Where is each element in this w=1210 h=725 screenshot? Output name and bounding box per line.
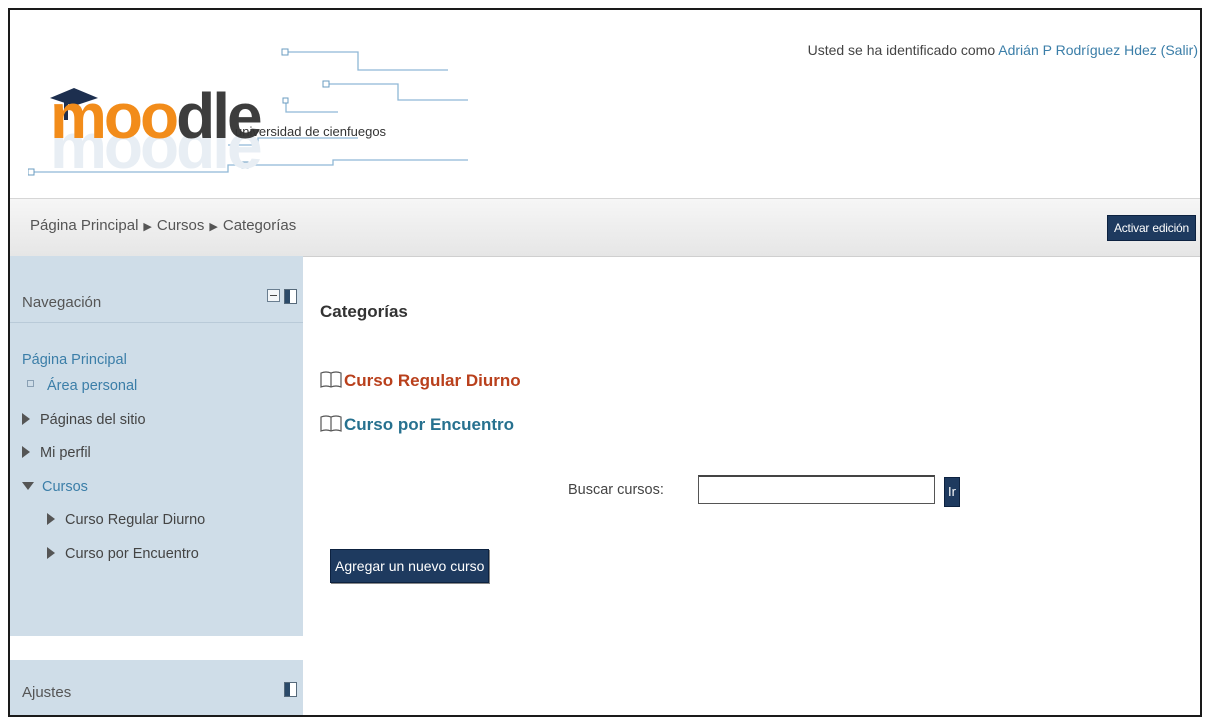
- activate-editing-button[interactable]: Activar edición: [1106, 215, 1196, 241]
- book-icon: [320, 371, 342, 388]
- user-profile-link[interactable]: Adrián P Rodríguez Hdez: [998, 42, 1157, 58]
- navigation-block-header: Navegación: [10, 256, 303, 323]
- nav-item-label: Curso por Encuentro: [65, 546, 199, 562]
- nav-item-my-profile[interactable]: Mi perfil: [22, 445, 91, 461]
- nav-item-course-encounter[interactable]: Curso por Encuentro: [47, 546, 199, 562]
- main-content: Categorías Curso Regular Diurno Curso po…: [320, 256, 1200, 715]
- nav-item-personal-area[interactable]: Área personal: [22, 378, 137, 394]
- dock-icon[interactable]: [284, 289, 297, 304]
- dock-icon[interactable]: [284, 682, 297, 697]
- page-title: Categorías: [320, 302, 408, 321]
- nav-item-label: Cursos: [42, 479, 88, 495]
- expand-arrow-icon: [22, 446, 30, 458]
- book-icon: [320, 415, 342, 432]
- logo-subtitle: universidad de cienfuegos: [235, 124, 387, 139]
- bullet-icon: [27, 380, 34, 387]
- search-go-button[interactable]: Ir: [944, 477, 960, 507]
- search-courses-input[interactable]: [698, 475, 935, 504]
- nav-item-label: Páginas del sitio: [40, 412, 146, 428]
- breadcrumb-separator-icon: ▶: [209, 221, 218, 233]
- login-info: Usted se ha identificado como Adrián P R…: [808, 42, 1198, 58]
- nav-item-course-regular[interactable]: Curso Regular Diurno: [47, 512, 205, 528]
- sidebar: Navegación Página Principal Área persona…: [10, 256, 303, 715]
- category-link-regular[interactable]: Curso Regular Diurno: [320, 370, 521, 391]
- nav-item-label: Mi perfil: [40, 445, 91, 461]
- search-courses-label: Buscar cursos:: [568, 482, 664, 498]
- category-label: Curso por Encuentro: [344, 415, 515, 434]
- category-label: Curso Regular Diurno: [344, 371, 521, 390]
- breadcrumb-home[interactable]: Página Principal: [30, 217, 138, 234]
- nav-item-label: Área personal: [47, 378, 138, 394]
- collapse-icon[interactable]: [267, 289, 280, 302]
- breadcrumb-courses[interactable]: Cursos: [157, 217, 205, 234]
- page-header: moodle moodle universidad de cienfuegos …: [10, 10, 1200, 198]
- settings-block: Ajustes: [10, 660, 303, 715]
- page-frame: moodle moodle universidad de cienfuegos …: [8, 8, 1202, 717]
- navigation-block: Navegación Página Principal Área persona…: [10, 256, 303, 636]
- breadcrumb: Página Principal ▶ Cursos ▶ Categorías: [30, 217, 296, 234]
- logout-link[interactable]: (Salir): [1161, 42, 1198, 58]
- expand-arrow-icon: [22, 413, 30, 425]
- settings-block-title: Ajustes: [22, 684, 72, 701]
- block-controls: [267, 289, 297, 304]
- navbar: Página Principal ▶ Cursos ▶ Categorías Activ…: [10, 198, 1200, 257]
- expand-arrow-icon: [47, 547, 55, 559]
- login-prefix: Usted se ha identificado como: [807, 42, 996, 58]
- nav-item-courses[interactable]: Cursos: [22, 479, 88, 495]
- collapse-arrow-icon: [22, 482, 34, 490]
- moodle-logo[interactable]: moodle moodle universidad de cienfuegos: [28, 20, 468, 190]
- category-link-encounter[interactable]: Curso por Encuentro: [320, 414, 514, 435]
- navigation-block-title: Navegación: [22, 294, 102, 311]
- expand-arrow-icon: [47, 513, 55, 525]
- breadcrumb-current: Categorías: [222, 217, 297, 234]
- nav-home-link[interactable]: Página Principal: [22, 352, 127, 368]
- breadcrumb-separator-icon: ▶: [143, 221, 152, 233]
- svg-text:moodle: moodle: [50, 80, 261, 152]
- add-new-course-button[interactable]: Agregar un nuevo curso: [330, 549, 490, 583]
- nav-item-label: Curso Regular Diurno: [65, 512, 206, 528]
- block-controls: [284, 682, 297, 697]
- nav-item-site-pages[interactable]: Páginas del sitio: [22, 412, 146, 428]
